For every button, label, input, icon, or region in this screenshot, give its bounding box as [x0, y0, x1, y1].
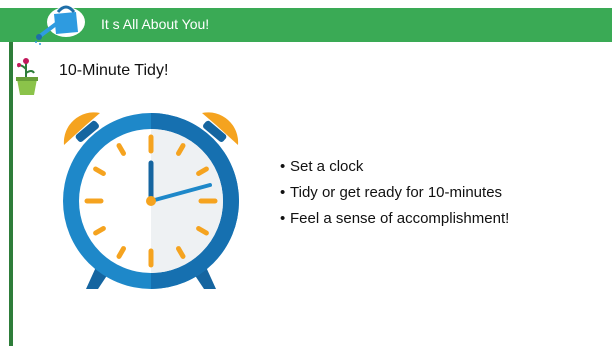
bullet-dot: •	[280, 184, 286, 201]
bullet-text: Set a clock	[290, 158, 364, 175]
bullet-text: Feel a sense of accomplishment!	[290, 210, 510, 227]
slide-title: 10-Minute Tidy!	[59, 62, 169, 79]
bullet-item: • Feel a sense of accomplishment!	[280, 206, 509, 232]
flower-pot-icon	[16, 58, 38, 95]
watering-can-icon	[35, 5, 85, 45]
bullet-item: • Tidy or get ready for 10-minutes	[280, 180, 509, 206]
bullet-dot: •	[280, 158, 286, 175]
bullet-item: • Set a clock	[280, 154, 509, 180]
bullet-dot: •	[280, 210, 286, 227]
header-title: It s All About You!	[101, 16, 210, 32]
bullet-list: • Set a clock • Tidy or get ready for 10-m…	[280, 154, 509, 232]
bullet-text: Tidy or get ready for 10-minutes	[290, 184, 503, 201]
alarm-clock-icon	[63, 112, 239, 289]
